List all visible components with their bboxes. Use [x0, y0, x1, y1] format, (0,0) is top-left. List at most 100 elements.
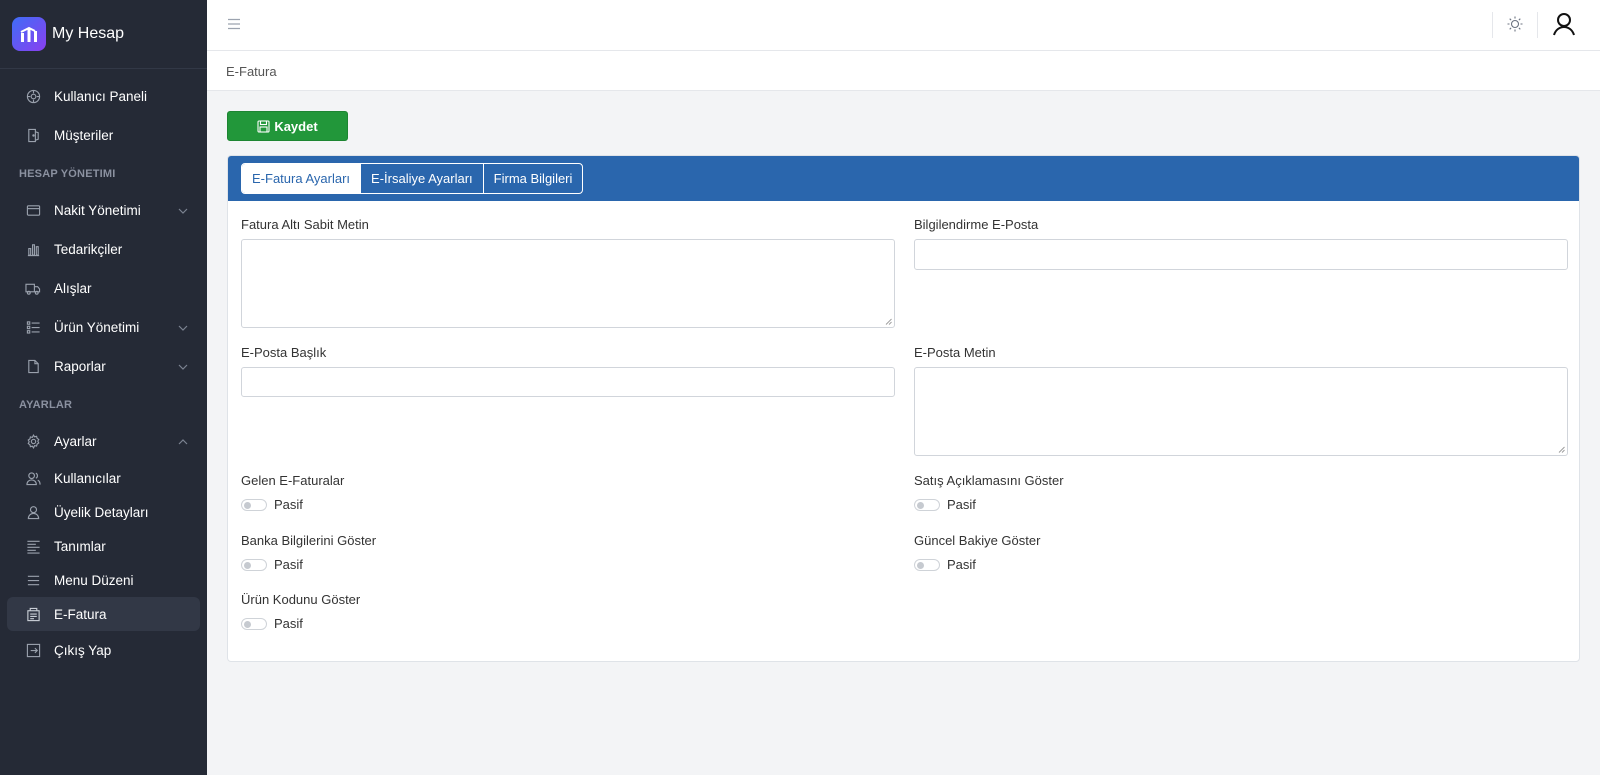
notify-email-input[interactable] [914, 239, 1568, 270]
section-title-hesap: HESAP YÖNETIMI [19, 168, 116, 180]
footer-text-textarea[interactable] [241, 239, 895, 328]
app-title: My Hesap [52, 25, 125, 42]
sidebar-item-musteriler[interactable]: Müşteriler [7, 116, 200, 155]
user-account-icon[interactable] [1551, 11, 1577, 37]
user-icon [25, 504, 41, 520]
incoming-einvoices-toggle-row: Pasif [241, 497, 303, 512]
list-icon [25, 320, 41, 336]
toggle-knob [244, 561, 251, 569]
resize-grip-icon[interactable] [1558, 446, 1565, 453]
wallet-icon [25, 203, 41, 219]
save-icon [257, 119, 270, 133]
truck-icon [25, 281, 41, 297]
show-bank-info-label: Banka Bilgilerini Göster [241, 533, 377, 548]
settings-card: E-Fatura Ayarları E-İrsaliye Ayarları Fi… [227, 155, 1580, 662]
sidebar-item-kullanicilar[interactable]: Kullanıcılar [7, 461, 200, 495]
incoming-einvoices-toggle[interactable] [241, 498, 267, 511]
file-icon [25, 359, 41, 375]
logout-icon [25, 643, 41, 659]
sidebar-item-cikis-yap[interactable]: Çıkış Yap [7, 631, 200, 670]
tab-group: E-Fatura Ayarları E-İrsaliye Ayarları Fi… [241, 163, 584, 194]
toggle-state-text: Pasif [947, 557, 976, 572]
toggle-knob [917, 501, 924, 509]
sidebar-item-label: Tedarikçiler [54, 242, 123, 257]
save-button[interactable]: Kaydet [227, 111, 348, 141]
show-product-code-toggle[interactable] [241, 617, 267, 630]
hamburger-menu-icon[interactable] [227, 17, 241, 31]
sidebar-item-label: Müşteriler [54, 128, 114, 143]
theme-toggle-sun-icon[interactable] [1505, 14, 1525, 34]
sidebar-item-label: Raporlar [54, 359, 106, 374]
divider [1537, 12, 1538, 38]
brand[interactable]: My Hesap [0, 0, 207, 69]
bar-chart-icon [25, 242, 41, 258]
show-bank-info-toggle[interactable] [241, 558, 267, 571]
show-product-code-label: Ürün Kodunu Göster [241, 592, 361, 607]
card-header: E-Fatura Ayarları E-İrsaliye Ayarları Fi… [228, 156, 1579, 201]
show-balance-toggle[interactable] [914, 558, 940, 571]
toggle-knob [917, 561, 924, 569]
toggle-state-text: Pasif [947, 497, 976, 512]
sidebar-item-e-fatura[interactable]: E-Fatura [7, 597, 200, 631]
toggle-knob [244, 620, 251, 628]
sidebar-item-ayarlar[interactable]: Ayarlar [7, 422, 200, 461]
email-body-label: E-Posta Metin [914, 345, 996, 360]
show-product-code-toggle-row: Pasif [241, 616, 303, 631]
sidebar-item-alislar[interactable]: Alışlar [7, 269, 200, 308]
door-icon [25, 128, 41, 144]
chevron-up-icon [178, 437, 188, 447]
sidebar-item-label: Ayarlar [54, 434, 97, 449]
breadcrumb-bar: E-Fatura [207, 51, 1600, 91]
show-bank-info-toggle-row: Pasif [241, 557, 303, 572]
toggle-knob [244, 501, 251, 509]
email-subject-input[interactable] [241, 367, 895, 397]
sidebar: My Hesap Kullanıcı Paneli Müşteriler HES… [0, 0, 207, 775]
app-logo-icon [12, 17, 46, 51]
sidebar-item-kullanici-paneli[interactable]: Kullanıcı Paneli [7, 77, 200, 116]
tab-e-irsaliye-ayarlari[interactable]: E-İrsaliye Ayarları [361, 164, 484, 193]
invoice-icon [25, 606, 41, 622]
sidebar-item-raporlar[interactable]: Raporlar [7, 347, 200, 386]
users-icon [25, 470, 41, 486]
gear-icon [25, 434, 41, 450]
sidebar-item-nakit-yonetimi[interactable]: Nakit Yönetimi [7, 191, 200, 230]
sidebar-item-tanimlar[interactable]: Tanımlar [7, 529, 200, 563]
resize-grip-icon[interactable] [885, 318, 892, 325]
sidebar-item-label: Tanımlar [54, 538, 106, 554]
sidebar-item-label: Üyelik Detayları [54, 504, 149, 520]
show-sales-desc-toggle[interactable] [914, 498, 940, 511]
section-title-ayarlar: AYARLAR [19, 399, 73, 411]
menu-icon [25, 572, 41, 588]
chevron-down-icon [178, 362, 188, 372]
dashboard-icon [25, 89, 41, 105]
sidebar-item-uyelik-detaylari[interactable]: Üyelik Detayları [7, 495, 200, 529]
tab-e-fatura-ayarlari[interactable]: E-Fatura Ayarları [242, 164, 362, 193]
sidebar-item-tedarikciler[interactable]: Tedarikçiler [7, 230, 200, 269]
sidebar-item-label: Kullanıcı Paneli [54, 89, 148, 104]
lines-icon [25, 538, 41, 554]
tab-firma-bilgileri[interactable]: Firma Bilgileri [484, 164, 583, 193]
notify-email-label: Bilgilendirme E-Posta [914, 217, 1039, 232]
show-sales-desc-label: Satış Açıklamasını Göster [914, 473, 1064, 488]
sidebar-item-label: Menu Düzeni [54, 572, 134, 588]
sidebar-item-menu-duzeni[interactable]: Menu Düzeni [7, 563, 200, 597]
sidebar-item-label: E-Fatura [54, 606, 107, 622]
sidebar-item-label: Nakit Yönetimi [54, 203, 141, 218]
toggle-state-text: Pasif [274, 616, 303, 631]
toggle-state-text: Pasif [274, 557, 303, 572]
sidebar-item-label: Alışlar [54, 281, 92, 296]
show-balance-toggle-row: Pasif [914, 557, 976, 572]
toggle-state-text: Pasif [274, 497, 303, 512]
show-sales-desc-toggle-row: Pasif [914, 497, 976, 512]
sidebar-item-urun-yonetimi[interactable]: Ürün Yönetimi [7, 308, 200, 347]
sidebar-item-label: Çıkış Yap [54, 643, 112, 658]
incoming-einvoices-label: Gelen E-Faturalar [241, 473, 345, 488]
chevron-down-icon [178, 206, 188, 216]
show-balance-label: Güncel Bakiye Göster [914, 533, 1041, 548]
save-button-label: Kaydet [274, 118, 318, 134]
sidebar-item-label: Kullanıcılar [54, 470, 121, 486]
breadcrumb[interactable]: E-Fatura [226, 64, 277, 79]
chevron-down-icon [178, 323, 188, 333]
divider [1492, 12, 1493, 38]
email-body-textarea[interactable] [914, 367, 1568, 456]
